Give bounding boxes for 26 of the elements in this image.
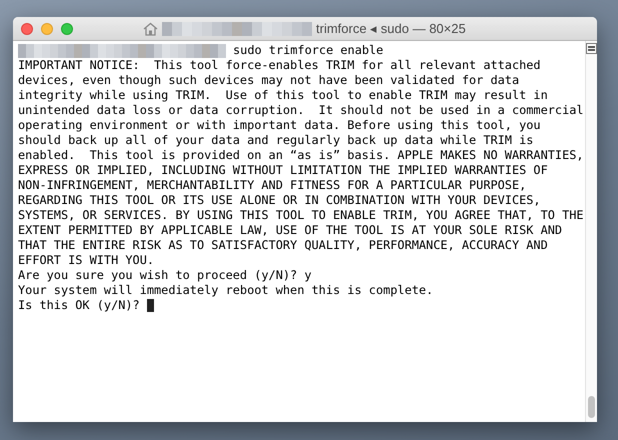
output-line: NON-INFRINGEMENT, MERCHANTABILITY AND FITNESS FOR A PARTICULAR PURPOSE,	[18, 178, 526, 193]
output-line: SYSTEMS, OR SERVICES. BY USING THIS TOOL TO ENABLE TRIM, YOU AGREE THAT, TO THE	[18, 208, 584, 223]
scrollbar-thumb[interactable]	[588, 396, 595, 418]
close-button[interactable]	[21, 22, 33, 34]
output-line: EFFORT IS WITH YOU.	[18, 253, 154, 268]
output-line: operating environment or with important data. Before using this tool, you	[18, 118, 541, 133]
output-line: REGARDING THIS TOOL OR ITS USE ALONE OR IN COMBINATION WITH YOUR DEVICES,	[18, 193, 541, 208]
output-line: unintended data loss or data corruption. It should not be used in a commercial	[18, 103, 584, 118]
split-pane-icon[interactable]	[586, 43, 597, 54]
output-line: EXTENT PERMITTED BY APPLICABLE LAW, USE OF THE TOOL IS AT YOUR SOLE RISK AND	[18, 223, 562, 238]
minimize-button[interactable]	[41, 22, 53, 34]
output-line: EXPRESS OR IMPLIED, INCLUDING WITHOUT LIMITATION THE IMPLIED WARRANTIES OF	[18, 163, 548, 178]
output-line: integrity while using TRIM. Use of this tool to enable TRIM may result in	[18, 88, 548, 103]
command-line: sudo trimforce enable	[233, 43, 384, 58]
home-icon	[143, 22, 158, 36]
output-line: THAT THE ENTIRE RISK AS TO SATISFACTORY QUALITY, PERFORMANCE, ACCURACY AND	[18, 238, 548, 253]
output-line: Your system will immediately reboot when this is complete.	[18, 283, 434, 298]
output-line: should back up all of your data and regularly back up data while TRIM is	[18, 133, 534, 148]
output-line: devices, even though such devices may not have been validated for data	[18, 73, 520, 88]
cursor	[146, 299, 154, 312]
command-line: Is this OK (y/N)?	[18, 298, 140, 313]
output-line: enabled. This tool is provided on an “as is” basis. APPLE MAKES NO WARRANTIES,	[18, 148, 584, 163]
output-line: Are you sure you wish to proceed (y/N)? y	[18, 268, 312, 283]
output-line: IMPORTANT NOTICE: This tool force-enables TRIM for all relevant attached	[18, 58, 541, 73]
zoom-button[interactable]	[61, 22, 73, 34]
window-title: trimforce ◂ sudo — 80×25	[316, 21, 466, 36]
